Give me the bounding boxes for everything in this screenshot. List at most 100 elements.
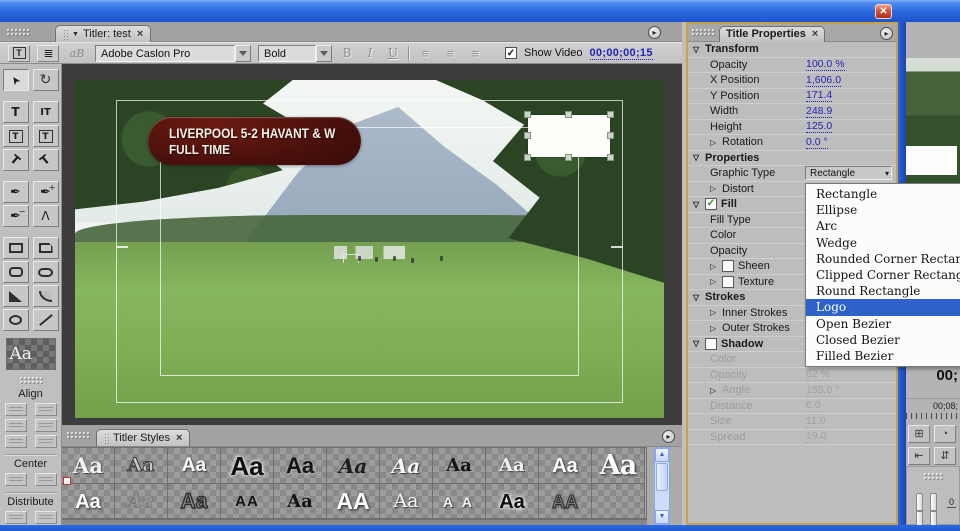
- property-rotation[interactable]: ▷ Rotation 0.0 °: [688, 135, 896, 151]
- selection-tool[interactable]: ➤: [2, 69, 29, 91]
- align-horizontal-left-button[interactable]: [4, 403, 27, 416]
- scroll-thumb[interactable]: [656, 463, 668, 491]
- templates-button[interactable]: aB: [66, 45, 88, 62]
- panel-menu-button[interactable]: ▸: [880, 27, 893, 40]
- resize-handle[interactable]: [565, 111, 572, 118]
- scroll-down-button[interactable]: ▼: [655, 510, 669, 524]
- styles-scrollbar[interactable]: ▲ ▼: [654, 447, 670, 525]
- show-video-timecode[interactable]: 00;00;00;15: [589, 47, 653, 60]
- style-swatch[interactable]: Aa: [115, 448, 168, 484]
- resize-handle[interactable]: [524, 132, 531, 139]
- property-angle[interactable]: ▷ Angle 155.0 °: [688, 383, 896, 399]
- style-swatch[interactable]: Aa: [327, 448, 380, 484]
- style-swatch[interactable]: Aa: [486, 484, 539, 518]
- menu-item-closed-bezier[interactable]: Closed Bezier: [806, 332, 960, 348]
- sheen-checkbox[interactable]: [722, 260, 734, 273]
- current-style-swatch[interactable]: Aa: [5, 338, 56, 370]
- property-value[interactable]: 125.0: [806, 120, 833, 134]
- panel-grip-icon[interactable]: [6, 28, 30, 37]
- property-value[interactable]: 100.0 %: [806, 58, 845, 72]
- font-family-combo[interactable]: Adobe Caslon Pro: [95, 44, 251, 62]
- fill-checkbox[interactable]: ✓: [705, 198, 717, 211]
- timeline-tool-icon[interactable]: ⇵: [934, 447, 956, 465]
- timeline-tool-icon[interactable]: ⇤: [908, 447, 930, 465]
- section-properties[interactable]: ▽ Properties: [688, 151, 896, 166]
- property-size[interactable]: Size 11.0: [688, 414, 896, 430]
- panel-menu-button[interactable]: ▸: [662, 430, 675, 443]
- style-swatch[interactable]: Aa: [115, 484, 168, 518]
- property-x-position[interactable]: X Position 1,606.0: [688, 73, 896, 89]
- property-value[interactable]: 1,606.0: [806, 74, 842, 87]
- selected-rectangle-object[interactable]: [524, 111, 614, 161]
- titler-canvas[interactable]: LIVERPOOL 5-2 HAVANT & W FULL TIME: [62, 64, 682, 427]
- property-value[interactable]: 0.0 °: [806, 136, 828, 149]
- property-distance[interactable]: Distance 6.0: [688, 399, 896, 414]
- property-value[interactable]: 6.0: [806, 399, 821, 413]
- style-swatch[interactable]: Aa: [486, 448, 539, 484]
- menu-item-filled-bezier[interactable]: Filled Bezier: [806, 348, 960, 364]
- audio-fader[interactable]: [916, 493, 923, 525]
- style-swatch[interactable]: A A: [433, 484, 486, 518]
- menu-item-arc[interactable]: Arc: [806, 218, 960, 234]
- title-overlay-object[interactable]: LIVERPOOL 5-2 HAVANT & W FULL TIME: [148, 117, 361, 165]
- property-spread[interactable]: Spread 19.0: [688, 430, 896, 445]
- graphic-type-dropdown[interactable]: Rectangle ▾: [805, 166, 892, 181]
- font-style-dropdown-button[interactable]: [316, 44, 332, 62]
- style-swatch[interactable]: Aa: [274, 484, 327, 518]
- align-left-button[interactable]: ≡: [416, 46, 434, 61]
- menu-item-clipped-corner-rectangle[interactable]: Clipped Corner Rectangle: [806, 267, 960, 283]
- timeline-ruler[interactable]: 00;08;: [906, 398, 960, 420]
- style-swatch[interactable]: Aa: [168, 448, 221, 484]
- titler-styles-tab[interactable]: Titler Styles ×: [96, 429, 191, 446]
- show-video-checkbox[interactable]: ✓: [505, 47, 517, 59]
- wedge-tool[interactable]: [2, 285, 29, 307]
- close-icon[interactable]: ×: [812, 29, 818, 40]
- resize-handle[interactable]: [607, 154, 614, 161]
- area-type-tool[interactable]: T: [2, 125, 29, 147]
- resize-handle[interactable]: [524, 111, 531, 118]
- bold-button[interactable]: B: [339, 46, 355, 60]
- menu-item-wedge[interactable]: Wedge: [806, 235, 960, 251]
- type-tool[interactable]: T: [2, 101, 29, 123]
- font-style-combo[interactable]: Bold: [258, 44, 332, 62]
- vertical-type-tool[interactable]: IT: [32, 101, 59, 123]
- texture-checkbox[interactable]: [722, 275, 734, 288]
- style-swatch[interactable]: Aa: [221, 448, 274, 484]
- menu-item-rounded-corner-rectangle[interactable]: Rounded Corner Rectangle: [806, 251, 960, 267]
- style-swatch[interactable]: Aa: [539, 448, 592, 484]
- style-swatch[interactable]: AA: [221, 484, 274, 518]
- delete-anchor-tool[interactable]: ✒: [2, 205, 29, 227]
- style-swatch[interactable]: Aa: [62, 484, 115, 518]
- timeline-tool-icon[interactable]: ⊞: [908, 425, 930, 443]
- font-family-value[interactable]: Adobe Caslon Pro: [95, 44, 235, 62]
- align-vertical-top-button[interactable]: [34, 403, 57, 416]
- style-swatch[interactable]: AA: [539, 484, 592, 518]
- style-swatch[interactable]: Aa: [274, 448, 327, 484]
- title-properties-tab[interactable]: Title Properties ×: [719, 25, 826, 42]
- line-tool[interactable]: [32, 309, 59, 331]
- style-swatch[interactable]: [592, 484, 645, 518]
- align-horizontal-right-button[interactable]: [4, 435, 27, 448]
- path-type-tool[interactable]: T: [2, 149, 29, 171]
- window-close-button[interactable]: ✕: [875, 4, 892, 19]
- property-value[interactable]: 248.9: [806, 105, 833, 118]
- property-value[interactable]: 62 %: [806, 368, 830, 382]
- property-opacity[interactable]: Opacity 62 %: [688, 368, 896, 383]
- vertical-area-type-tool[interactable]: T: [32, 125, 59, 147]
- expand-arrow-icon[interactable]: ▷: [710, 386, 722, 395]
- panel-menu-button[interactable]: ▸: [648, 26, 661, 39]
- property-value[interactable]: 11.0: [806, 415, 826, 428]
- timeline-tool-icon[interactable]: ◔: [934, 425, 956, 443]
- style-swatch[interactable]: Aa: [168, 484, 221, 518]
- style-swatch[interactable]: Aa: [592, 448, 645, 484]
- property-opacity[interactable]: Opacity 100.0 %: [688, 58, 896, 73]
- vertical-path-type-tool[interactable]: T: [32, 149, 59, 171]
- shadow-checkbox[interactable]: [705, 337, 717, 350]
- property-width[interactable]: Width 248.9: [688, 104, 896, 120]
- property-value[interactable]: 155.0 °: [806, 384, 840, 397]
- close-icon[interactable]: ×: [176, 433, 182, 444]
- expand-triangle-icon[interactable]: ▽: [693, 293, 705, 302]
- property-graphic-type[interactable]: Graphic Type Rectangle ▾: [688, 166, 896, 182]
- new-text-button[interactable]: T: [8, 44, 30, 62]
- style-swatch[interactable]: Aa: [380, 484, 433, 518]
